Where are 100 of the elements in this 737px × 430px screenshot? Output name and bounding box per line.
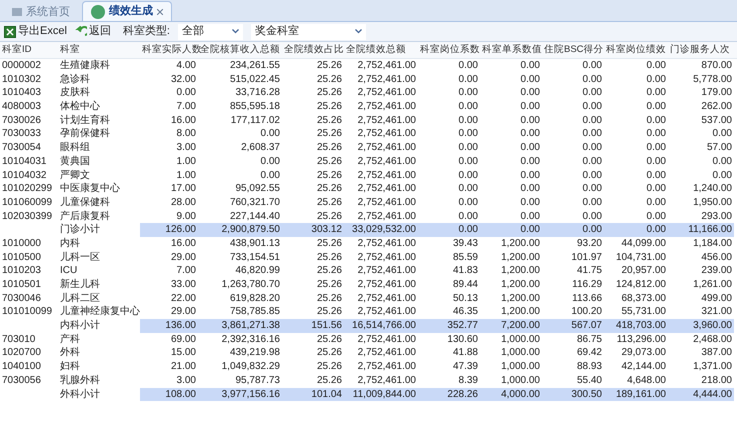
table-cell: 17.00 [170, 183, 196, 194]
table-cell: 2,752,461.00 [358, 361, 416, 372]
table-cell: 1,000.00 [501, 334, 540, 345]
table-cell: 619,828.20 [230, 292, 280, 304]
table-cell: 57.00 [706, 142, 732, 154]
table-cell: 妇科 [60, 361, 80, 372]
table-cell: 1,261.00 [693, 279, 732, 290]
table-cell: 95,787.73 [236, 374, 280, 386]
table-cell: 1,240.00 [693, 183, 732, 194]
table-cell: 0.00 [520, 74, 540, 85]
tab[interactable]: 绩效生成 [82, 1, 172, 21]
table-cell: 0.00 [520, 60, 540, 71]
column-header[interactable]: 科室 [60, 44, 80, 56]
table-cell: 0.00 [582, 114, 602, 126]
column-header[interactable]: 科室ID [2, 44, 32, 56]
table-cell: 25.26 [316, 87, 342, 98]
table-cell: 0.00 [582, 101, 602, 112]
table-cell: 中医康复中心 [60, 183, 120, 194]
table-cell: 25.26 [316, 156, 342, 167]
table-cell: 126.00 [165, 224, 196, 236]
table-cell: 0.00 [582, 196, 602, 208]
column-header[interactable]: 科室单系数值 [482, 44, 542, 56]
table-cell: 758,785.85 [230, 306, 280, 318]
column-header[interactable]: 科室实际人数 [142, 44, 202, 56]
table-cell: 25.26 [316, 374, 342, 386]
close-icon[interactable] [157, 8, 163, 14]
dropdown[interactable]: 全部 [178, 24, 243, 40]
table-cell: 5,778.00 [693, 74, 732, 85]
table-cell: 499.00 [701, 292, 732, 304]
table-cell: 25.26 [316, 142, 342, 154]
table-cell: 0.00 [458, 74, 478, 85]
table-cell: 0.00 [458, 101, 478, 112]
table-cell: 2,752,461.00 [358, 156, 416, 167]
export-button[interactable]: 导出Excel [4, 23, 67, 40]
table-cell: 3,861,271.38 [222, 320, 280, 332]
table-cell: 2,752,461.00 [358, 374, 416, 386]
table-cell: 515,022.45 [230, 74, 280, 85]
table-cell: 0.00 [520, 196, 540, 208]
table-cell: 102030399 [2, 210, 52, 222]
table-cell: 2,752,461.00 [358, 196, 416, 208]
table-cell: 7,200.00 [501, 320, 540, 332]
column-header[interactable]: 住院BSC得分 [544, 44, 604, 56]
subtotal-label: 外科小计 [60, 388, 100, 400]
table-cell: 2,468.00 [693, 334, 732, 345]
table-cell: 42,144.00 [622, 361, 666, 372]
table-cell: 179.00 [701, 87, 732, 98]
column-header[interactable]: 科室岗位系数 [420, 44, 480, 56]
table-cell: 0.00 [176, 87, 196, 98]
table-cell: 2,752,461.00 [358, 87, 416, 98]
dropdown[interactable]: 奖金科室 [250, 24, 366, 40]
table-cell: 0.00 [646, 183, 666, 194]
table-cell: 1040100 [2, 361, 41, 372]
table-cell: 1010302 [2, 74, 41, 85]
table-cell: 25.26 [316, 279, 342, 290]
table-cell: 151.56 [311, 320, 342, 332]
table-cell: 25.26 [316, 306, 342, 318]
table-cell: 69.00 [170, 334, 196, 345]
table-cell: 136.00 [165, 320, 196, 332]
subtotal-label: 门诊小计 [60, 224, 100, 236]
back-button[interactable]: 返回 [74, 23, 111, 40]
table-cell: 41.83 [452, 265, 478, 276]
column-header[interactable]: 门诊服务人次 [670, 44, 730, 56]
table-cell: 儿科二区 [60, 292, 100, 304]
table-cell: 儿科一区 [60, 252, 100, 263]
table-cell: 2,608.37 [241, 142, 280, 154]
table-cell: 2,752,461.00 [358, 238, 416, 249]
table-cell: 7.00 [176, 265, 196, 276]
table-cell: 25.26 [316, 114, 342, 126]
table-cell: 0.00 [520, 210, 540, 222]
table-cell: 0.00 [582, 87, 602, 98]
table-cell: 293.00 [701, 210, 732, 222]
table-cell: 93.20 [576, 238, 602, 249]
table-cell: 0.00 [458, 142, 478, 154]
table-cell: 1010203 [2, 265, 41, 276]
table-cell: 1,000.00 [501, 374, 540, 386]
table-cell: 2,752,461.00 [358, 170, 416, 180]
table-cell: 0.00 [646, 60, 666, 71]
filter-label: 科室类型: [122, 24, 170, 40]
table-cell: 88.93 [576, 361, 602, 372]
table-cell: ICU [60, 265, 78, 276]
table-cell: 0.00 [582, 74, 602, 85]
table-cell: 0.00 [458, 114, 478, 126]
table-cell: 1020700 [2, 347, 41, 358]
table-cell: 2,752,461.00 [358, 101, 416, 112]
table-cell: 189,161.00 [616, 388, 666, 400]
column-header[interactable]: 全院核算收入总额 [200, 44, 280, 56]
column-header[interactable]: 全院绩效占比 [284, 44, 344, 56]
table-cell: 7.00 [176, 101, 196, 112]
table-cell: 0.00 [520, 114, 540, 126]
table-cell: 733,154.51 [230, 252, 280, 263]
table-cell: 7030046 [2, 292, 41, 304]
column-header[interactable]: 科室岗位绩效 [606, 44, 666, 56]
column-header[interactable]: 全院绩效总额 [346, 44, 406, 56]
table-cell: 计划生育科 [60, 114, 110, 126]
table-cell: 0.00 [582, 183, 602, 194]
table-cell: 760,321.70 [230, 196, 280, 208]
table-cell: 0.00 [582, 224, 602, 236]
table-cell: 3.00 [176, 142, 196, 154]
table-cell: 438,901.13 [230, 238, 280, 249]
table-cell: 25.26 [316, 101, 342, 112]
